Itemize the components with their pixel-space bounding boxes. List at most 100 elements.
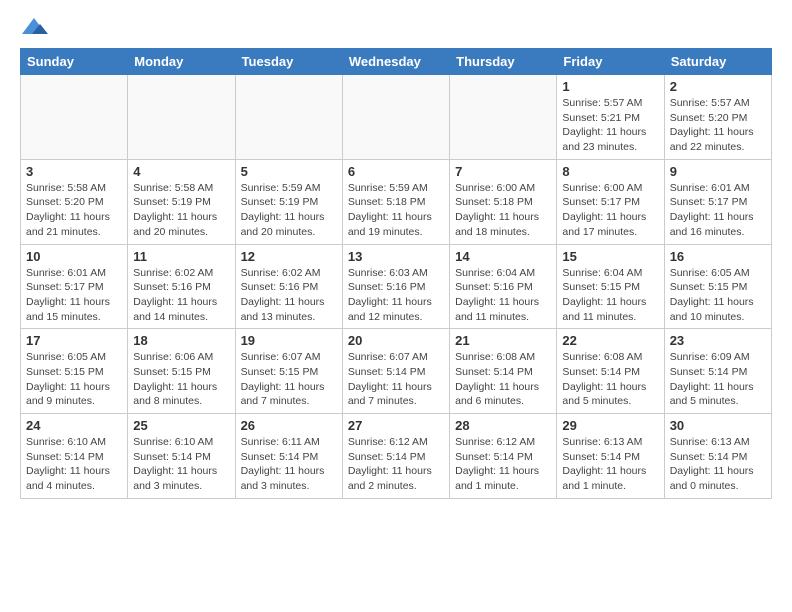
calendar-cell: 15 Sunrise: 6:04 AM Sunset: 5:15 PM Dayli… xyxy=(557,244,664,329)
day-details: Sunrise: 6:11 AM Sunset: 5:14 PM Dayligh… xyxy=(241,435,337,494)
calendar-cell: 23 Sunrise: 6:09 AM Sunset: 5:14 PM Dayli… xyxy=(664,329,771,414)
day-details: Sunrise: 5:58 AM Sunset: 5:19 PM Dayligh… xyxy=(133,181,229,240)
day-details: Sunrise: 6:00 AM Sunset: 5:17 PM Dayligh… xyxy=(562,181,658,240)
day-details: Sunrise: 6:02 AM Sunset: 5:16 PM Dayligh… xyxy=(133,266,229,325)
calendar-cell: 1 Sunrise: 5:57 AM Sunset: 5:21 PM Daylig… xyxy=(557,75,664,160)
calendar-cell: 17 Sunrise: 6:05 AM Sunset: 5:15 PM Dayli… xyxy=(21,329,128,414)
day-details: Sunrise: 5:57 AM Sunset: 5:20 PM Dayligh… xyxy=(670,96,766,155)
weekday-header-sunday: Sunday xyxy=(21,49,128,75)
day-number: 17 xyxy=(26,333,122,348)
calendar-table: SundayMondayTuesdayWednesdayThursdayFrid… xyxy=(20,48,772,499)
day-number: 1 xyxy=(562,79,658,94)
calendar-cell: 27Sunrise: 6:12 AM Sunset: 5:14 PM Dayli… xyxy=(342,414,449,499)
day-details: Sunrise: 6:06 AM Sunset: 5:15 PM Dayligh… xyxy=(133,350,229,409)
day-number: 26 xyxy=(241,418,337,433)
calendar-cell: 7Sunrise: 6:00 AM Sunset: 5:18 PM Daylig… xyxy=(450,159,557,244)
day-number: 15 xyxy=(562,249,658,264)
calendar-cell: 18 Sunrise: 6:06 AM Sunset: 5:15 PM Dayli… xyxy=(128,329,235,414)
weekday-header-tuesday: Tuesday xyxy=(235,49,342,75)
weekday-header-friday: Friday xyxy=(557,49,664,75)
calendar-cell: 24 Sunrise: 6:10 AM Sunset: 5:14 PM Dayli… xyxy=(21,414,128,499)
header xyxy=(20,16,772,38)
day-number: 30 xyxy=(670,418,766,433)
day-details: Sunrise: 6:04 AM Sunset: 5:16 PM Dayligh… xyxy=(455,266,551,325)
week-row-3: 17 Sunrise: 6:05 AM Sunset: 5:15 PM Dayli… xyxy=(21,329,772,414)
calendar-cell: 3 Sunrise: 5:58 AM Sunset: 5:20 PM Daylig… xyxy=(21,159,128,244)
day-number: 3 xyxy=(26,164,122,179)
day-number: 27 xyxy=(348,418,444,433)
day-details: Sunrise: 6:02 AM Sunset: 5:16 PM Dayligh… xyxy=(241,266,337,325)
day-number: 2 xyxy=(670,79,766,94)
day-number: 23 xyxy=(670,333,766,348)
calendar-cell: 5Sunrise: 5:59 AM Sunset: 5:19 PM Daylig… xyxy=(235,159,342,244)
day-details: Sunrise: 5:57 AM Sunset: 5:21 PM Dayligh… xyxy=(562,96,658,155)
calendar-cell: 14 Sunrise: 6:04 AM Sunset: 5:16 PM Dayli… xyxy=(450,244,557,329)
day-number: 12 xyxy=(241,249,337,264)
calendar-cell: 25 Sunrise: 6:10 AM Sunset: 5:14 PM Dayli… xyxy=(128,414,235,499)
day-details: Sunrise: 6:03 AM Sunset: 5:16 PM Dayligh… xyxy=(348,266,444,325)
day-details: Sunrise: 6:10 AM Sunset: 5:14 PM Dayligh… xyxy=(26,435,122,494)
calendar-cell: 30 Sunrise: 6:13 AM Sunset: 5:14 PM Dayli… xyxy=(664,414,771,499)
day-number: 24 xyxy=(26,418,122,433)
day-number: 11 xyxy=(133,249,229,264)
week-row-1: 3 Sunrise: 5:58 AM Sunset: 5:20 PM Daylig… xyxy=(21,159,772,244)
day-details: Sunrise: 6:13 AM Sunset: 5:14 PM Dayligh… xyxy=(562,435,658,494)
day-details: Sunrise: 6:04 AM Sunset: 5:15 PM Dayligh… xyxy=(562,266,658,325)
week-row-4: 24 Sunrise: 6:10 AM Sunset: 5:14 PM Dayli… xyxy=(21,414,772,499)
day-number: 8 xyxy=(562,164,658,179)
calendar-cell xyxy=(235,75,342,160)
day-details: Sunrise: 6:07 AM Sunset: 5:14 PM Dayligh… xyxy=(348,350,444,409)
calendar-cell: 21 Sunrise: 6:08 AM Sunset: 5:14 PM Dayli… xyxy=(450,329,557,414)
calendar-cell: 2 Sunrise: 5:57 AM Sunset: 5:20 PM Daylig… xyxy=(664,75,771,160)
day-number: 25 xyxy=(133,418,229,433)
day-number: 22 xyxy=(562,333,658,348)
weekday-header-row: SundayMondayTuesdayWednesdayThursdayFrid… xyxy=(21,49,772,75)
calendar-cell: 19Sunrise: 6:07 AM Sunset: 5:15 PM Dayli… xyxy=(235,329,342,414)
calendar-cell: 16 Sunrise: 6:05 AM Sunset: 5:15 PM Dayli… xyxy=(664,244,771,329)
calendar-cell xyxy=(342,75,449,160)
day-details: Sunrise: 6:01 AM Sunset: 5:17 PM Dayligh… xyxy=(26,266,122,325)
day-number: 5 xyxy=(241,164,337,179)
day-number: 6 xyxy=(348,164,444,179)
calendar-cell xyxy=(128,75,235,160)
calendar-body: 1 Sunrise: 5:57 AM Sunset: 5:21 PM Daylig… xyxy=(21,75,772,499)
weekday-header-wednesday: Wednesday xyxy=(342,49,449,75)
calendar-cell: 9Sunrise: 6:01 AM Sunset: 5:17 PM Daylig… xyxy=(664,159,771,244)
day-details: Sunrise: 6:12 AM Sunset: 5:14 PM Dayligh… xyxy=(455,435,551,494)
logo xyxy=(20,16,52,38)
calendar-cell xyxy=(21,75,128,160)
calendar-cell: 10 Sunrise: 6:01 AM Sunset: 5:17 PM Dayli… xyxy=(21,244,128,329)
calendar-cell: 6 Sunrise: 5:59 AM Sunset: 5:18 PM Daylig… xyxy=(342,159,449,244)
day-number: 20 xyxy=(348,333,444,348)
day-details: Sunrise: 6:05 AM Sunset: 5:15 PM Dayligh… xyxy=(670,266,766,325)
calendar-cell: 11 Sunrise: 6:02 AM Sunset: 5:16 PM Dayli… xyxy=(128,244,235,329)
calendar-cell: 8 Sunrise: 6:00 AM Sunset: 5:17 PM Daylig… xyxy=(557,159,664,244)
calendar-cell: 4 Sunrise: 5:58 AM Sunset: 5:19 PM Daylig… xyxy=(128,159,235,244)
calendar-cell: 22 Sunrise: 6:08 AM Sunset: 5:14 PM Dayli… xyxy=(557,329,664,414)
day-number: 19 xyxy=(241,333,337,348)
day-number: 4 xyxy=(133,164,229,179)
day-number: 29 xyxy=(562,418,658,433)
day-number: 13 xyxy=(348,249,444,264)
day-details: Sunrise: 6:08 AM Sunset: 5:14 PM Dayligh… xyxy=(455,350,551,409)
day-details: Sunrise: 5:59 AM Sunset: 5:18 PM Dayligh… xyxy=(348,181,444,240)
day-details: Sunrise: 6:10 AM Sunset: 5:14 PM Dayligh… xyxy=(133,435,229,494)
day-number: 10 xyxy=(26,249,122,264)
day-details: Sunrise: 5:58 AM Sunset: 5:20 PM Dayligh… xyxy=(26,181,122,240)
calendar-cell xyxy=(450,75,557,160)
day-number: 21 xyxy=(455,333,551,348)
day-details: Sunrise: 6:05 AM Sunset: 5:15 PM Dayligh… xyxy=(26,350,122,409)
day-details: Sunrise: 6:13 AM Sunset: 5:14 PM Dayligh… xyxy=(670,435,766,494)
day-number: 16 xyxy=(670,249,766,264)
week-row-2: 10 Sunrise: 6:01 AM Sunset: 5:17 PM Dayli… xyxy=(21,244,772,329)
day-number: 18 xyxy=(133,333,229,348)
day-number: 14 xyxy=(455,249,551,264)
weekday-header-thursday: Thursday xyxy=(450,49,557,75)
weekday-header-monday: Monday xyxy=(128,49,235,75)
day-number: 7 xyxy=(455,164,551,179)
day-details: Sunrise: 6:09 AM Sunset: 5:14 PM Dayligh… xyxy=(670,350,766,409)
weekday-header-saturday: Saturday xyxy=(664,49,771,75)
calendar-cell: 13 Sunrise: 6:03 AM Sunset: 5:16 PM Dayli… xyxy=(342,244,449,329)
week-row-0: 1 Sunrise: 5:57 AM Sunset: 5:21 PM Daylig… xyxy=(21,75,772,160)
day-details: Sunrise: 6:08 AM Sunset: 5:14 PM Dayligh… xyxy=(562,350,658,409)
